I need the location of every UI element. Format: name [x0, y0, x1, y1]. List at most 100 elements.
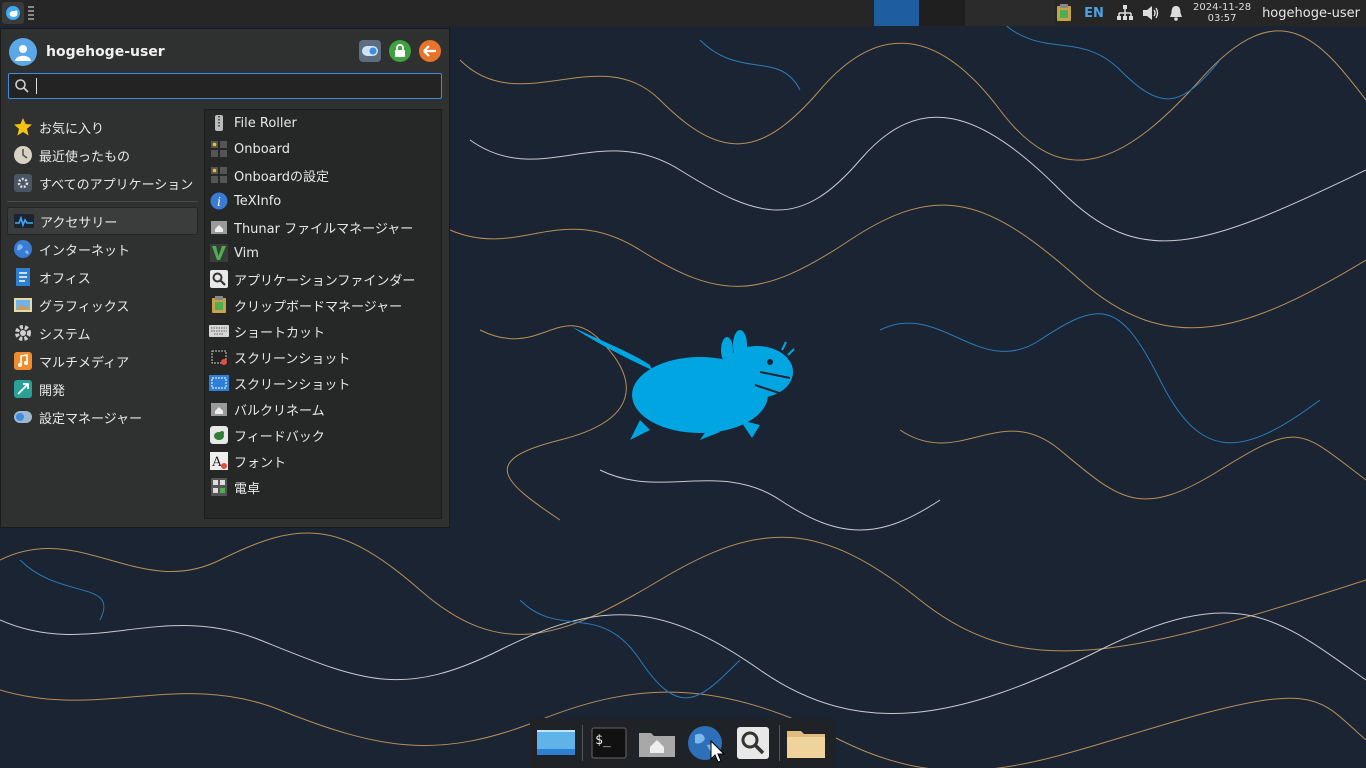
- feedback-icon: [209, 425, 229, 445]
- category-multimedia[interactable]: マルチメディア: [7, 347, 198, 375]
- app-feedback[interactable]: フィードバック: [205, 422, 441, 448]
- app-label: 電卓: [234, 481, 261, 497]
- category-label: アクセサリー: [40, 215, 118, 231]
- dock-separator: [582, 725, 583, 761]
- notification-bell-icon[interactable]: [1164, 0, 1188, 26]
- category-graphics[interactable]: グラフィックス: [7, 291, 198, 319]
- show-desktop-icon: [537, 730, 575, 755]
- category-label: マルチメディア: [39, 355, 130, 371]
- clipboard-tray-icon[interactable]: [1052, 0, 1076, 26]
- app-label: TeXInfo: [234, 193, 282, 209]
- app-label: Vim: [234, 245, 259, 261]
- app-onboard-settings[interactable]: Onboardの設定: [205, 162, 441, 188]
- app-label: フォント: [234, 455, 287, 471]
- category-system[interactable]: システム: [7, 319, 198, 347]
- settings-manager-icon: [12, 406, 34, 428]
- lock-screen-button[interactable]: [389, 40, 411, 62]
- app-label: スクリーンショット: [234, 351, 351, 367]
- app-onboard[interactable]: Onboard: [205, 136, 441, 162]
- screenshot-blue-icon: [209, 373, 229, 393]
- category-accessories[interactable]: アクセサリー: [7, 207, 198, 235]
- app-finder-icon: [209, 269, 229, 289]
- category-favorites[interactable]: お気に入り: [7, 113, 198, 141]
- network-icon[interactable]: [1112, 0, 1138, 26]
- app-appfinder[interactable]: アプリケーションファインダー: [205, 266, 441, 292]
- dock-app-finder[interactable]: [731, 723, 775, 763]
- archive-icon: [209, 113, 229, 133]
- search-icon: [737, 727, 769, 759]
- dock-separator: [779, 725, 780, 761]
- volume-icon[interactable]: [1138, 0, 1164, 26]
- app-fonts[interactable]: A フォント: [205, 448, 441, 474]
- dock-panel: $_: [530, 718, 836, 768]
- user-menu-button[interactable]: hogehoge-user: [1256, 0, 1366, 26]
- category-label: オフィス: [39, 271, 91, 287]
- category-internet[interactable]: インターネット: [7, 235, 198, 263]
- toggle-icon: [362, 46, 378, 56]
- keyboard-layout-indicator[interactable]: EN: [1076, 0, 1112, 26]
- app-label: File Roller: [234, 115, 297, 131]
- search-field[interactable]: [8, 73, 442, 99]
- app-calculator[interactable]: 電卓: [205, 474, 441, 500]
- category-settings-manager[interactable]: 設定マネージャー: [7, 403, 198, 431]
- svg-text:i: i: [217, 195, 221, 209]
- app-label: バルクリネーム: [234, 403, 325, 419]
- category-recent[interactable]: 最近使ったもの: [7, 141, 198, 169]
- dock-file-manager[interactable]: [784, 723, 828, 763]
- clock-date: 2024-11-28: [1193, 2, 1252, 13]
- app-file-roller[interactable]: File Roller: [205, 110, 441, 136]
- app-label: フィードバック: [234, 429, 325, 445]
- clock-time: 03:57: [1207, 13, 1237, 24]
- app-texinfo[interactable]: i TeXInfo: [205, 188, 441, 214]
- text-caret: [36, 78, 37, 94]
- application-list: File Roller Onboard Onboardの設定 i TeXInfo…: [204, 109, 442, 519]
- user-avatar-icon: [15, 45, 31, 61]
- home-folder-icon: [639, 733, 675, 757]
- avatar[interactable]: [9, 38, 37, 66]
- app-thunar[interactable]: Thunar ファイルマネージャー: [205, 214, 441, 240]
- workspace-1[interactable]: [874, 0, 919, 26]
- top-panel: EN 2024-11-28 03:57 hogehoge-user: [0, 0, 1366, 26]
- app-screenshot-2[interactable]: スクリーンショット: [205, 370, 441, 396]
- bulk-rename-icon: [209, 399, 229, 419]
- search-input[interactable]: [41, 77, 435, 95]
- category-label: 最近使ったもの: [39, 149, 131, 165]
- category-label: インターネット: [39, 243, 131, 259]
- app-label: Thunar ファイルマネージャー: [234, 221, 414, 237]
- category-office[interactable]: オフィス: [7, 263, 198, 291]
- category-all-applications[interactable]: すべてのアプリケーション: [7, 169, 198, 197]
- dock-terminal[interactable]: $_: [587, 723, 631, 763]
- logout-button[interactable]: [419, 40, 441, 62]
- star-icon: [12, 116, 34, 138]
- dock-show-desktop[interactable]: [534, 723, 578, 763]
- workspace-3[interactable]: [965, 0, 1055, 26]
- arrow-left-icon: [423, 45, 436, 57]
- dock-home-folder[interactable]: [635, 723, 679, 763]
- calculator-icon: [209, 477, 229, 497]
- app-screenshot-1[interactable]: スクリーンショット: [205, 344, 441, 370]
- workspace-2[interactable]: [919, 0, 965, 26]
- workspace-switcher: [874, 0, 1055, 26]
- app-label: アプリケーションファインダー: [234, 273, 416, 289]
- category-development[interactable]: 開発: [7, 375, 198, 403]
- app-label: スクリーンショット: [234, 377, 351, 393]
- file-manager-icon: [209, 217, 229, 237]
- music-icon: [12, 350, 34, 372]
- app-bulk-rename[interactable]: バルクリネーム: [205, 396, 441, 422]
- xfce-logo-icon: [6, 6, 20, 20]
- whisker-menu-button[interactable]: [2, 2, 24, 24]
- whisker-menu: hogehoge-user お気に入り 最近使ったもの すべてのアプリケーション…: [0, 28, 450, 528]
- app-vim[interactable]: Vim: [205, 240, 441, 266]
- terminal-prompt-label: $_: [595, 732, 611, 748]
- settings-manager-button[interactable]: [359, 40, 381, 62]
- app-shortcuts[interactable]: ショートカット: [205, 318, 441, 344]
- category-label: すべてのアプリケーション: [39, 177, 194, 193]
- info-icon: i: [209, 191, 229, 211]
- app-label: クリップボードマネージャー: [234, 299, 403, 315]
- clock[interactable]: 2024-11-28 03:57: [1188, 0, 1256, 26]
- clipboard-icon: [209, 295, 229, 315]
- applications-icon: [12, 172, 34, 194]
- app-clipboard-manager[interactable]: クリップボードマネージャー: [205, 292, 441, 318]
- panel-grip[interactable]: [28, 6, 34, 20]
- header-actions: [359, 40, 441, 62]
